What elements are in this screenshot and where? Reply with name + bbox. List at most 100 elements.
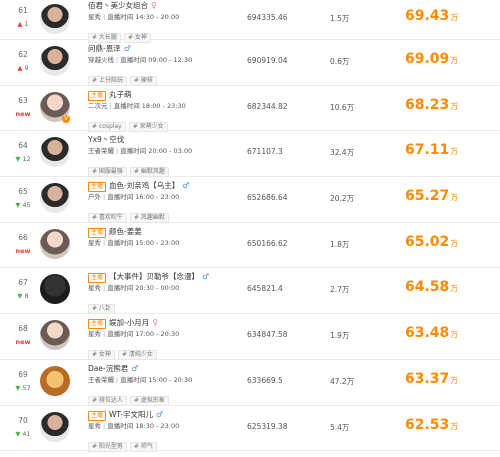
streamer-name[interactable]: 佰君丶美少女组合 [88, 1, 148, 10]
live-hours: 20:30 - 00:00 [135, 284, 180, 293]
streamer-name-line: 主播 血色-刘亲鸡【乌主】 ♂ [88, 181, 238, 193]
category: 星秀 [88, 330, 101, 339]
streamer-badge: 主播 [88, 227, 107, 238]
rank-number: 69 [18, 369, 28, 379]
ranking-row[interactable]: 61 ▲ 1 佰君丶美少女组合 ♀ 星秀 | 直播时间 14:30 - 20:00 #… [0, 0, 500, 43]
streamer-tag[interactable]: # 帅气 [129, 441, 157, 452]
ranking-row[interactable]: 69 ▼ 57 Dae-浣熊君 ♂ 王者荣耀 | 直播时间 15:00 - 20:30… [0, 360, 500, 406]
rank-change: new [15, 109, 31, 118]
live-hours: 20:00 - 03:00 [148, 147, 193, 156]
streamer-name[interactable]: Dae-浣熊君 [88, 364, 128, 373]
value-secondary: 1.5万 [330, 14, 350, 23]
female-icon: ♀ [151, 1, 157, 10]
avatar[interactable] [40, 4, 70, 34]
streamer-tag[interactable]: # 幽默风趣 [129, 167, 169, 178]
value-primary: 634847.58 [247, 330, 288, 340]
streamer-name[interactable]: 【大事件】贝勒爷【念漫】 [109, 272, 199, 281]
streamer-tag[interactable]: # 阳光型男 [88, 441, 127, 452]
streamer-tag[interactable]: # 上分陪玩 [88, 76, 127, 86]
female-icon: ♀ [152, 318, 159, 328]
streamer-name[interactable]: 血色-刘亲鸡【乌主】 [109, 181, 179, 190]
ranking-row[interactable]: 63 new V 主播 丸子萌 二次元 | 直播时间 18:00 - 23:30 # … [0, 86, 500, 132]
down-arrow-icon: ▼ [15, 201, 21, 210]
avatar[interactable] [40, 411, 70, 442]
avatar[interactable] [40, 137, 70, 168]
streamer-name[interactable]: WT-宇文阳儿 [109, 410, 153, 419]
streamer-name-line: Yx9丶空伐 [88, 135, 238, 145]
streamer-tag[interactable]: # 八卦 [88, 304, 115, 315]
rank-change: new [15, 338, 31, 347]
rank-cell: 64 ▼ 12 [10, 131, 36, 163]
score: 64.58万 [405, 279, 459, 296]
streamer-tag[interactable]: # 喜欢吹牛 [88, 213, 127, 224]
streamer-name-line: 主播 【大事件】贝勒爷【念漫】 ♂ [88, 272, 238, 284]
streamer-tag[interactable]: # cosplay [88, 121, 126, 132]
streamer-tag[interactable]: # 虚拟形象 [129, 395, 169, 406]
hours-label: 直播时间 [120, 375, 147, 384]
live-hours: 18:00 - 23:30 [141, 101, 186, 110]
hours-label: 直播时间 [120, 147, 147, 156]
value-primary: 690919.04 [247, 56, 288, 65]
streamer-name[interactable]: Yx9丶空伐 [88, 135, 124, 144]
streamer-tag[interactable]: # 硬核 [129, 76, 157, 86]
hours-label: 直播时间 [107, 193, 134, 202]
rank-change: ▼ 45 [15, 201, 31, 210]
up-arrow-icon: ▲ [17, 20, 23, 28]
value-primary: 633669.5 [247, 375, 283, 385]
ranking-row[interactable]: 68 new 主播 娱加-小月月 ♀ 星秀 | 直播时间 17:00 - 20:30 #… [0, 314, 500, 361]
value-secondary: 5.4万 [330, 422, 350, 432]
male-icon: ♂ [131, 363, 139, 373]
streamer-name[interactable]: 娱加-小月月 [109, 318, 149, 327]
streamer-tag[interactable]: # 清纯少女 [117, 350, 157, 361]
rank-change: new [15, 246, 31, 255]
streamer-name[interactable]: 颜色-姜姜 [109, 227, 142, 236]
separator: | [103, 330, 106, 339]
streamer-tag[interactable]: # 呆萌少女 [128, 121, 168, 132]
streamer-name-line: 主播 颜色-姜姜 [88, 227, 238, 238]
category: 星秀 [88, 421, 101, 430]
streamer-meta: 星秀 | 直播时间 15:00 - 23:00 [88, 238, 238, 248]
down-arrow-icon: ▼ [15, 429, 21, 438]
streamer-meta: 星秀 | 直播时间 20:30 - 00:00 [88, 283, 238, 293]
streamer-tag[interactable]: # 女神 [88, 350, 115, 361]
ranking-row[interactable]: 70 ▼ 41 主播 WT-宇文阳儿 ♂ 星秀 | 直播时间 18:30 - 23:00… [0, 406, 500, 452]
value-primary: 671107.3 [247, 147, 283, 157]
streamer-info: Yx9丶空伐 王者荣耀 | 直播时间 20:00 - 03:00 # 国服最强 # 幽… [88, 135, 238, 178]
verified-badge-icon: V [62, 114, 70, 123]
tag-list: # 国服最强 # 幽默风趣 [88, 158, 238, 178]
streamer-info: 主播 丸子萌 二次元 | 直播时间 18:00 - 23:30 # cosplay # … [88, 90, 238, 132]
avatar[interactable] [40, 228, 70, 259]
ranking-row[interactable]: 62 ▲ 9 问鼎-恩泽 ♂ 穿越火线 | 直播时间 09:00 - 12:30 # … [0, 40, 500, 86]
streamer-info: Dae-浣熊君 ♂ 王者荣耀 | 直播时间 15:00 - 20:30 # 排位达人 #… [88, 364, 238, 406]
score: 63.48万 [405, 325, 459, 342]
value-secondary: 47.2万 [330, 376, 355, 386]
value-primary: 682344.82 [247, 101, 288, 111]
value-primary: 650166.62 [247, 238, 288, 248]
rank-cell: 69 ▼ 57 [10, 360, 36, 392]
ranking-row[interactable]: 66 new 主播 颜色-姜姜 星秀 | 直播时间 15:00 - 23:00 650… [0, 223, 500, 269]
ranking-row[interactable]: 65 ▼ 45 主播 血色-刘亲鸡【乌主】 ♂ 户外 | 直播时间 16:00 - 23… [0, 177, 500, 224]
rank-change: ▲ 1 [17, 20, 29, 28]
streamer-tag[interactable]: # 国服最强 [88, 167, 127, 178]
down-arrow-icon: ▼ [15, 155, 21, 164]
avatar[interactable] [40, 365, 70, 396]
rank-number: 63 [18, 95, 28, 105]
hours-label: 直播时间 [120, 56, 147, 64]
ranking-row[interactable]: 64 ▼ 12 Yx9丶空伐 王者荣耀 | 直播时间 20:00 - 03:00 #… [0, 131, 500, 178]
streamer-name[interactable]: 丸子萌 [109, 90, 132, 99]
avatar[interactable] [40, 46, 70, 76]
avatar[interactable] [40, 274, 70, 305]
streamer-tag[interactable]: # 排位达人 [88, 395, 127, 406]
rank-cell: 66 new [10, 223, 36, 255]
value-primary: 625319.38 [247, 421, 288, 431]
rank-change: ▼ 41 [15, 429, 31, 438]
streamer-name[interactable]: 问鼎-恩泽 [88, 44, 121, 53]
rank-number: 70 [18, 415, 28, 425]
ranking-row[interactable]: 67 ▼ 8 主播 【大事件】贝勒爷【念漫】 ♂ 星秀 | 直播时间 20:30 - 0… [0, 268, 500, 315]
avatar[interactable] [40, 320, 70, 351]
streamer-badge: 主播 [88, 90, 107, 101]
streamer-name-line: Dae-浣熊君 ♂ [88, 364, 238, 374]
avatar[interactable] [40, 183, 70, 214]
streamer-tag[interactable]: # 风趣幽默 [129, 213, 169, 224]
tag-list: # 阳光型男 # 帅气 [88, 433, 238, 452]
